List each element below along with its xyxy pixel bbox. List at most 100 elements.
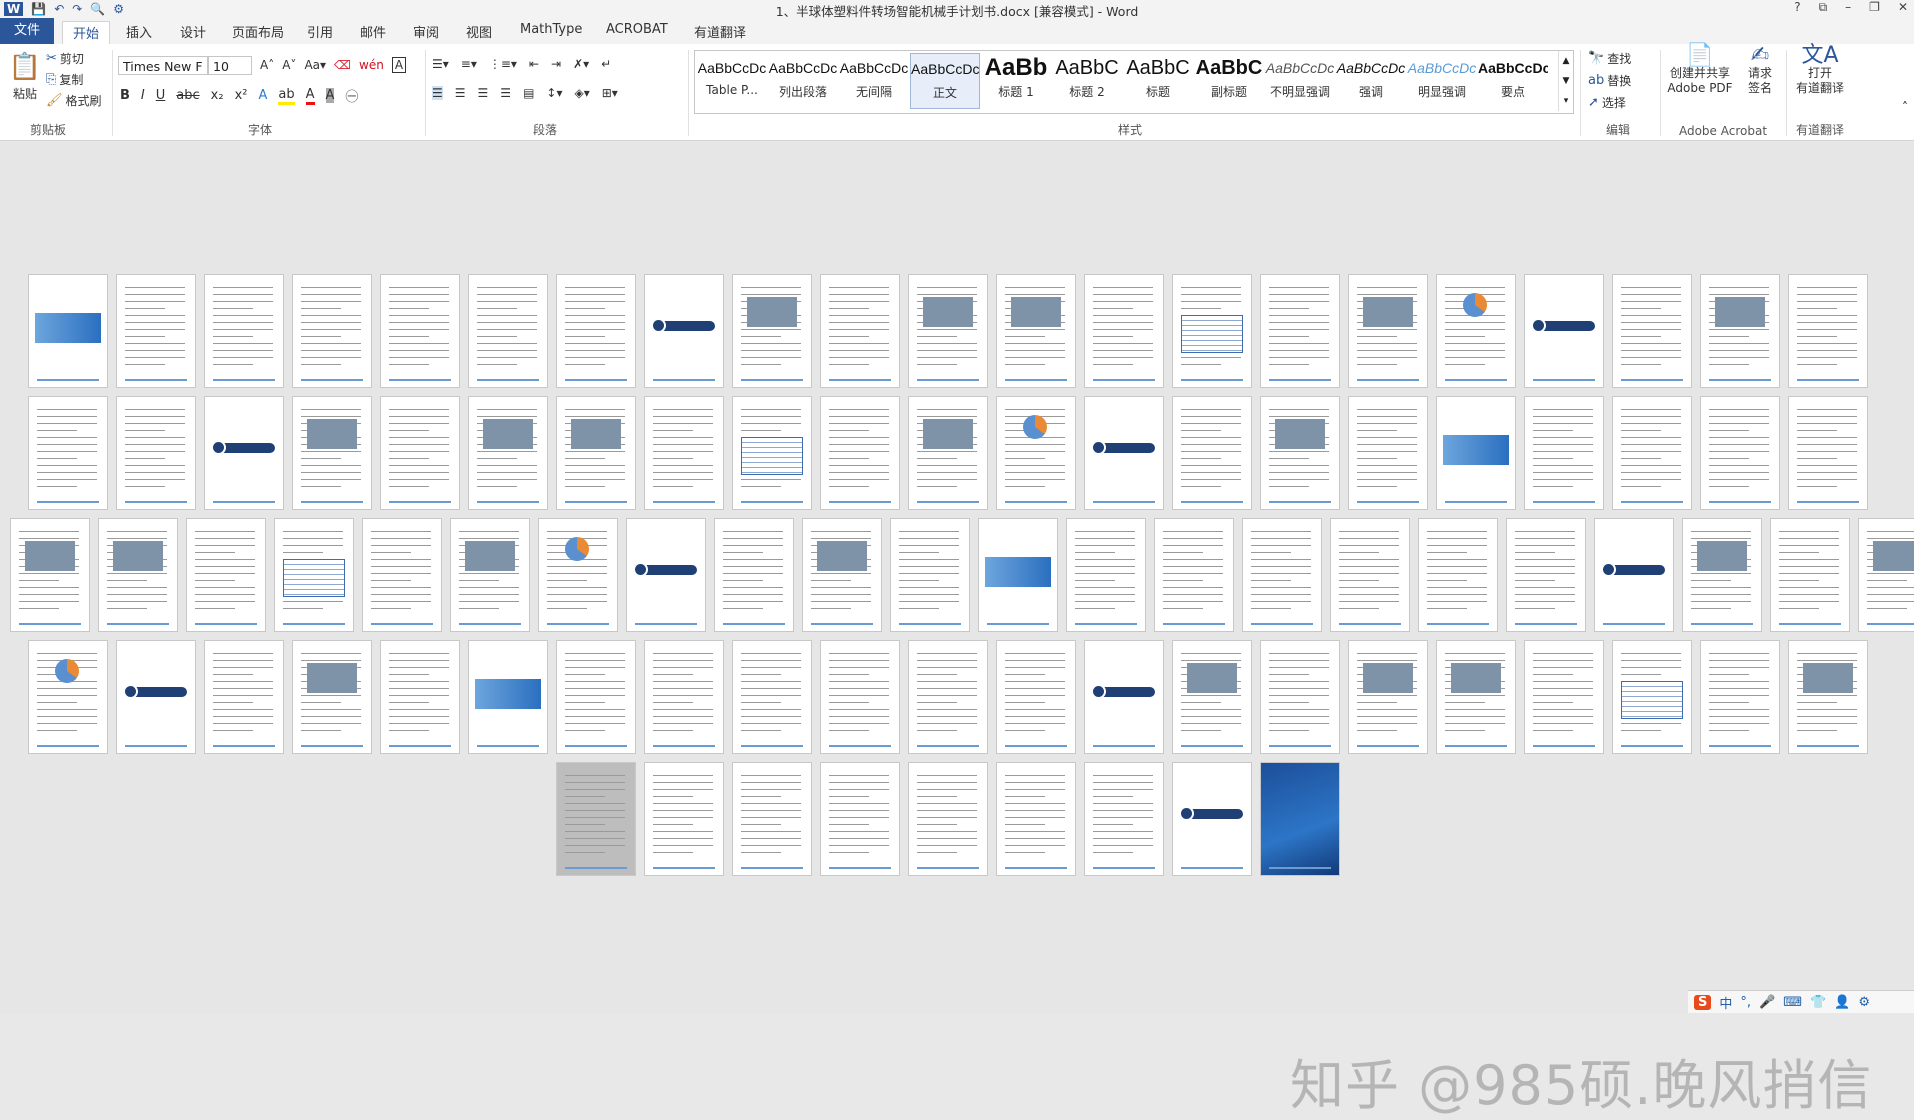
user-icon[interactable]: 👤 (1834, 995, 1850, 1010)
open-youdao-button[interactable]: 文A 打开 有道翻译 (1790, 45, 1850, 96)
char-border-icon[interactable]: A (391, 57, 407, 73)
settings-icon[interactable]: ⚙ (1858, 995, 1870, 1010)
style-item[interactable]: AaBbCcDc 列出段落 (768, 53, 838, 109)
page-thumbnail[interactable] (1700, 640, 1780, 754)
font-size-select[interactable]: 10 (208, 56, 252, 75)
phonetic-guide-icon[interactable]: wén (359, 58, 384, 72)
change-case-icon[interactable]: Aa▾ (304, 58, 326, 72)
style-item[interactable]: AaBbCcDc 强调 (1336, 53, 1406, 109)
align-center-icon[interactable]: ☰ (455, 86, 466, 100)
page-thumbnail[interactable] (644, 396, 724, 510)
page-thumbnail[interactable] (1348, 640, 1428, 754)
page-thumbnail[interactable] (28, 396, 108, 510)
page-thumbnail[interactable] (1260, 640, 1340, 754)
page-thumbnail[interactable] (204, 274, 284, 388)
page-thumbnail[interactable] (732, 396, 812, 510)
page-thumbnail[interactable] (1348, 274, 1428, 388)
page-thumbnail[interactable] (1682, 518, 1762, 632)
page-thumbnail[interactable] (996, 396, 1076, 510)
select-button[interactable]: ➚ 选择 (1588, 94, 1626, 111)
page-thumbnail[interactable] (1172, 396, 1252, 510)
bullets-icon[interactable]: ☰▾ (432, 57, 449, 71)
page-thumbnail[interactable] (28, 274, 108, 388)
close-button[interactable]: ✕ (1898, 0, 1908, 15)
chinese-layout-icon[interactable]: ✗▾ (573, 57, 589, 71)
page-thumbnail[interactable] (204, 396, 284, 510)
page-thumbnail[interactable] (1348, 396, 1428, 510)
page-thumbnail[interactable] (98, 518, 178, 632)
keyboard-icon[interactable]: ⌨ (1783, 995, 1802, 1010)
page-thumbnail[interactable] (28, 640, 108, 754)
page-thumbnail[interactable] (1172, 274, 1252, 388)
page-thumbnail[interactable] (1770, 518, 1850, 632)
page-thumbnail[interactable] (1066, 518, 1146, 632)
ribbon-display-button[interactable]: ⧉ (1819, 0, 1828, 15)
page-thumbnail[interactable] (820, 396, 900, 510)
microphone-icon[interactable]: 🎤 (1759, 995, 1775, 1010)
page-thumbnail[interactable] (1242, 518, 1322, 632)
tab-acrobat[interactable]: ACROBAT (596, 21, 678, 42)
page-thumbnail[interactable] (908, 274, 988, 388)
page-thumbnail[interactable] (978, 518, 1058, 632)
numbering-icon[interactable]: ≡▾ (461, 57, 477, 71)
page-thumbnail[interactable] (1858, 518, 1914, 632)
request-sign-button[interactable]: ✍ 请求 签名 (1740, 45, 1780, 96)
tab-file[interactable]: 文件 (0, 18, 55, 44)
paste-button[interactable]: 📋 粘贴 (8, 52, 42, 102)
page-thumbnail[interactable] (116, 640, 196, 754)
page-thumbnail[interactable] (732, 762, 812, 876)
page-thumbnail[interactable] (1788, 274, 1868, 388)
font-color-icon[interactable]: A (305, 87, 315, 105)
shrink-font-icon[interactable]: A˅ (282, 58, 296, 72)
line-spacing-icon[interactable]: ↕▾ (546, 86, 562, 100)
strikethrough-icon[interactable]: abc (176, 88, 199, 103)
page-thumbnail[interactable] (732, 274, 812, 388)
page-thumbnail[interactable] (1154, 518, 1234, 632)
page-thumbnail[interactable] (1594, 518, 1674, 632)
style-item[interactable]: AaBbC 标题 (1123, 53, 1193, 109)
page-thumbnail[interactable] (292, 396, 372, 510)
text-effects-icon[interactable]: A (258, 88, 267, 103)
tab-mailings[interactable]: 邮件 (350, 21, 396, 42)
page-thumbnail[interactable] (1084, 762, 1164, 876)
char-shading-icon[interactable]: A (325, 88, 335, 103)
page-thumbnail[interactable] (1524, 274, 1604, 388)
page-thumbnail[interactable] (556, 274, 636, 388)
page-thumbnail[interactable] (292, 640, 372, 754)
page-thumbnail[interactable] (1436, 640, 1516, 754)
tab-design[interactable]: 设计 (170, 21, 216, 42)
page-thumbnail[interactable] (1612, 396, 1692, 510)
page-thumbnail[interactable] (1330, 518, 1410, 632)
page-thumbnail[interactable] (1084, 396, 1164, 510)
cut-button[interactable]: ✂ 剪切 (46, 50, 84, 67)
style-item[interactable]: AaBbC 标题 2 (1052, 53, 1122, 109)
page-thumbnail[interactable] (1700, 274, 1780, 388)
page-thumbnail[interactable] (468, 396, 548, 510)
page-thumbnail[interactable] (362, 518, 442, 632)
page-thumbnail[interactable] (204, 640, 284, 754)
restore-button[interactable]: ❐ (1869, 0, 1880, 15)
page-thumbnail[interactable] (1172, 762, 1252, 876)
page-thumbnail[interactable] (820, 640, 900, 754)
align-right-icon[interactable]: ☰ (478, 86, 489, 100)
page-thumbnail[interactable] (116, 274, 196, 388)
page-thumbnail[interactable] (556, 396, 636, 510)
page-thumbnail[interactable] (1506, 518, 1586, 632)
page-thumbnail[interactable] (380, 274, 460, 388)
page-thumbnail[interactable] (556, 640, 636, 754)
subscript-icon[interactable]: x₂ (211, 88, 224, 103)
page-thumbnail[interactable] (820, 762, 900, 876)
page-thumbnail[interactable] (274, 518, 354, 632)
page-thumbnail[interactable] (1172, 640, 1252, 754)
style-item[interactable]: AaBbCcDc 无间隔 (839, 53, 909, 109)
superscript-icon[interactable]: x² (235, 88, 248, 103)
page-thumbnail[interactable] (996, 274, 1076, 388)
page-thumbnail[interactable] (1436, 274, 1516, 388)
page-thumbnail[interactable] (1436, 396, 1516, 510)
tab-youdao[interactable]: 有道翻译 (684, 21, 756, 42)
page-thumbnail[interactable] (468, 640, 548, 754)
page-thumbnail[interactable] (10, 518, 90, 632)
style-item[interactable]: AaBbCcDc Table P... (697, 53, 767, 109)
minimize-button[interactable]: – (1845, 0, 1851, 15)
decrease-indent-icon[interactable]: ⇤ (529, 57, 539, 71)
